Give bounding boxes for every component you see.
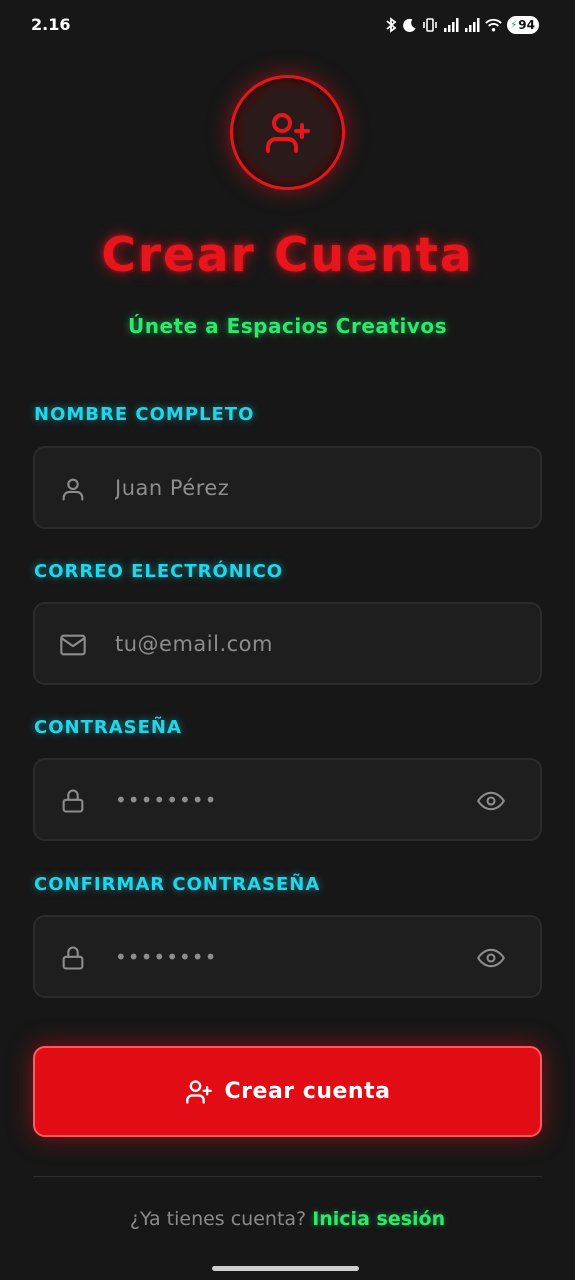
mail-icon xyxy=(60,634,86,656)
home-indicator[interactable] xyxy=(212,1266,359,1271)
status-bar: 2.16 ⚡ 94 xyxy=(0,0,575,52)
moon-icon xyxy=(403,18,416,32)
eye-icon[interactable] xyxy=(476,944,506,972)
email-input[interactable] xyxy=(115,604,455,683)
divider xyxy=(33,1176,542,1177)
status-time: 2.16 xyxy=(31,15,71,34)
lock-icon xyxy=(62,789,84,813)
wifi-icon xyxy=(485,18,503,32)
signal-icon xyxy=(465,18,480,32)
password-label: CONTRASEÑA xyxy=(34,717,182,738)
lock-icon xyxy=(62,946,84,970)
login-question: ¿Ya tienes cuenta? xyxy=(129,1208,307,1230)
password-field[interactable] xyxy=(33,758,542,841)
signal-icon xyxy=(444,18,459,32)
name-input[interactable] xyxy=(115,448,455,527)
login-prompt: ¿Ya tienes cuenta? Inicia sesión xyxy=(0,1208,575,1230)
register-screen: 2.16 ⚡ 94 Crear Cuenta Únete a Espacios … xyxy=(0,0,575,1280)
user-icon xyxy=(62,478,84,501)
name-label: NOMBRE COMPLETO xyxy=(34,404,255,425)
email-field[interactable] xyxy=(33,602,542,685)
name-field[interactable] xyxy=(33,446,542,529)
page-title: Crear Cuenta xyxy=(101,228,474,283)
avatar-inner xyxy=(243,88,332,177)
bluetooth-icon xyxy=(386,17,397,33)
vibrate-icon xyxy=(423,18,438,32)
confirm-password-input[interactable] xyxy=(115,917,455,996)
avatar xyxy=(230,75,345,190)
confirm-password-field[interactable] xyxy=(33,915,542,998)
create-account-button[interactable]: Crear cuenta xyxy=(33,1046,542,1137)
login-link[interactable]: Inicia sesión xyxy=(312,1208,445,1230)
user-plus-icon xyxy=(265,112,310,153)
confirm-password-label: CONFIRMAR CONTRASEÑA xyxy=(34,874,321,895)
charging-bolt-icon: ⚡ xyxy=(510,19,518,31)
battery-icon: ⚡ 94 xyxy=(507,16,539,34)
create-account-label: Crear cuenta xyxy=(224,1079,391,1104)
page-subtitle: Únete a Espacios Creativos xyxy=(128,314,447,338)
email-label: CORREO ELECTRÓNICO xyxy=(34,561,284,582)
password-input[interactable] xyxy=(115,760,455,839)
eye-icon[interactable] xyxy=(476,787,506,815)
status-icons: ⚡ 94 xyxy=(385,13,539,37)
user-plus-icon xyxy=(185,1079,212,1104)
battery-level: 94 xyxy=(518,18,535,32)
